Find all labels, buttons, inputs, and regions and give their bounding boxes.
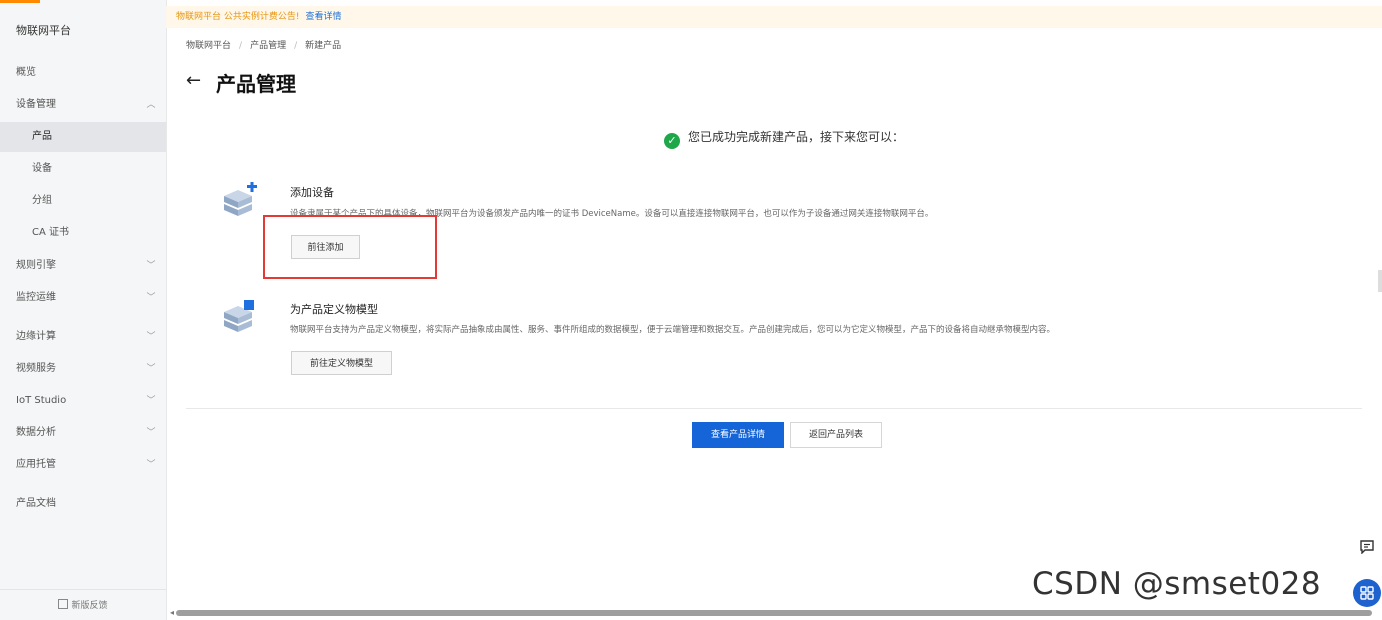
sidebar-item-device[interactable]: 设备: [0, 154, 166, 184]
watermark: CSDN @smset028: [1032, 566, 1322, 602]
check-circle-icon: ✓: [664, 133, 680, 149]
right-edge-handle[interactable]: [1378, 270, 1382, 292]
section-divider: [186, 408, 1362, 409]
sidebar-item-edge-computing[interactable]: 边缘计算 ﹀: [0, 322, 166, 352]
chevron-up-icon: ︿: [146, 100, 156, 110]
sidebar: 物联网平台 概览 设备管理 ︿ 产品 设备 分组 CA 证书 规则引擎 ﹀ 监控…: [0, 0, 167, 620]
sidebar-item-overview[interactable]: 概览: [0, 58, 166, 88]
sidebar-item-product-docs[interactable]: 产品文档: [0, 489, 166, 519]
chevron-down-icon: ﹀: [146, 293, 156, 303]
step-thing-model-title: 为产品定义物模型: [290, 303, 378, 316]
sidebar-item-label: CA 证书: [32, 227, 70, 238]
success-message: ✓ 您已成功完成新建产品，接下来您可以：: [664, 128, 904, 149]
highlight-box: [263, 215, 437, 279]
sidebar-item-label: 设备: [32, 163, 52, 174]
notice-bar: 物联网平台 公共实例计费公告! 查看详情: [166, 6, 1382, 28]
sidebar-item-label: 设备管理: [16, 99, 56, 110]
sidebar-item-device-management[interactable]: 设备管理 ︿: [0, 90, 166, 120]
view-product-details-button[interactable]: 查看产品详情: [692, 422, 784, 448]
sidebar-title[interactable]: 物联网平台: [16, 22, 71, 38]
sidebar-item-label: 应用托管: [16, 459, 56, 470]
back-arrow-icon[interactable]: ←: [186, 70, 201, 91]
sidebar-item-app-hosting[interactable]: 应用托管 ﹀: [0, 450, 166, 480]
sidebar-item-video-service[interactable]: 视频服务 ﹀: [0, 354, 166, 384]
go-define-thing-model-button[interactable]: 前往定义物模型: [291, 351, 392, 375]
scroll-left-icon[interactable]: ◂: [170, 608, 174, 617]
sidebar-item-group[interactable]: 分组: [0, 186, 166, 216]
sidebar-item-product[interactable]: 产品: [0, 122, 166, 152]
sidebar-item-label: 产品文档: [16, 498, 56, 509]
feedback-link[interactable]: 新版反馈: [0, 598, 166, 611]
step-thing-model-desc: 物联网平台支持为产品定义物模型，将实际产品抽象成由属性、服务、事件所组成的数据模…: [290, 325, 1056, 335]
breadcrumb: 物联网平台 / 产品管理 / 新建产品: [186, 41, 342, 51]
page-title: 产品管理: [216, 72, 296, 96]
feedback-label: 新版反馈: [71, 601, 108, 611]
sidebar-item-label: 数据分析: [16, 427, 56, 438]
sidebar-item-iot-studio[interactable]: IoT Studio ﹀: [0, 386, 166, 416]
sidebar-item-ca-cert[interactable]: CA 证书: [0, 218, 166, 248]
chevron-down-icon: ﹀: [146, 396, 156, 406]
brand-accent: [0, 0, 40, 3]
sidebar-item-label: 边缘计算: [16, 331, 56, 342]
sidebar-item-label: 分组: [32, 195, 52, 206]
apps-grid-icon[interactable]: [1353, 579, 1381, 607]
breadcrumb-item[interactable]: 物联网平台: [186, 41, 231, 51]
sidebar-item-monitoring[interactable]: 监控运维 ﹀: [0, 283, 166, 313]
sidebar-item-label: 监控运维: [16, 292, 56, 303]
sidebar-item-label: 视频服务: [16, 363, 56, 374]
success-text: 您已成功完成新建产品，接下来您可以：: [688, 130, 905, 144]
breadcrumb-item: 新建产品: [305, 41, 342, 51]
chevron-down-icon: ﹀: [146, 428, 156, 438]
chat-icon[interactable]: [1356, 540, 1378, 562]
sidebar-item-rule-engine[interactable]: 规则引擎 ﹀: [0, 251, 166, 281]
sidebar-item-label: 规则引擎: [16, 260, 56, 271]
sidebar-item-label: 概览: [16, 67, 36, 78]
chevron-down-icon: ﹀: [146, 261, 156, 271]
sidebar-item-data-analysis[interactable]: 数据分析 ﹀: [0, 418, 166, 448]
thing-model-icon: [224, 300, 254, 332]
horizontal-scrollbar[interactable]: [176, 610, 1372, 616]
feedback-icon: [58, 599, 69, 609]
breadcrumb-item[interactable]: 产品管理: [250, 41, 286, 51]
sidebar-item-label: 产品: [32, 131, 52, 142]
notice-link[interactable]: 查看详情: [305, 12, 341, 22]
add-device-icon: [224, 182, 257, 216]
sidebar-item-label: IoT Studio: [16, 395, 67, 406]
chevron-down-icon: ﹀: [146, 460, 156, 470]
chevron-down-icon: ﹀: [146, 364, 156, 374]
notice-text: 物联网平台 公共实例计费公告!: [176, 12, 300, 22]
back-to-product-list-button[interactable]: 返回产品列表: [790, 422, 882, 448]
step-add-device-title: 添加设备: [290, 186, 334, 199]
sidebar-divider: [0, 589, 166, 590]
chevron-down-icon: ﹀: [146, 332, 156, 342]
